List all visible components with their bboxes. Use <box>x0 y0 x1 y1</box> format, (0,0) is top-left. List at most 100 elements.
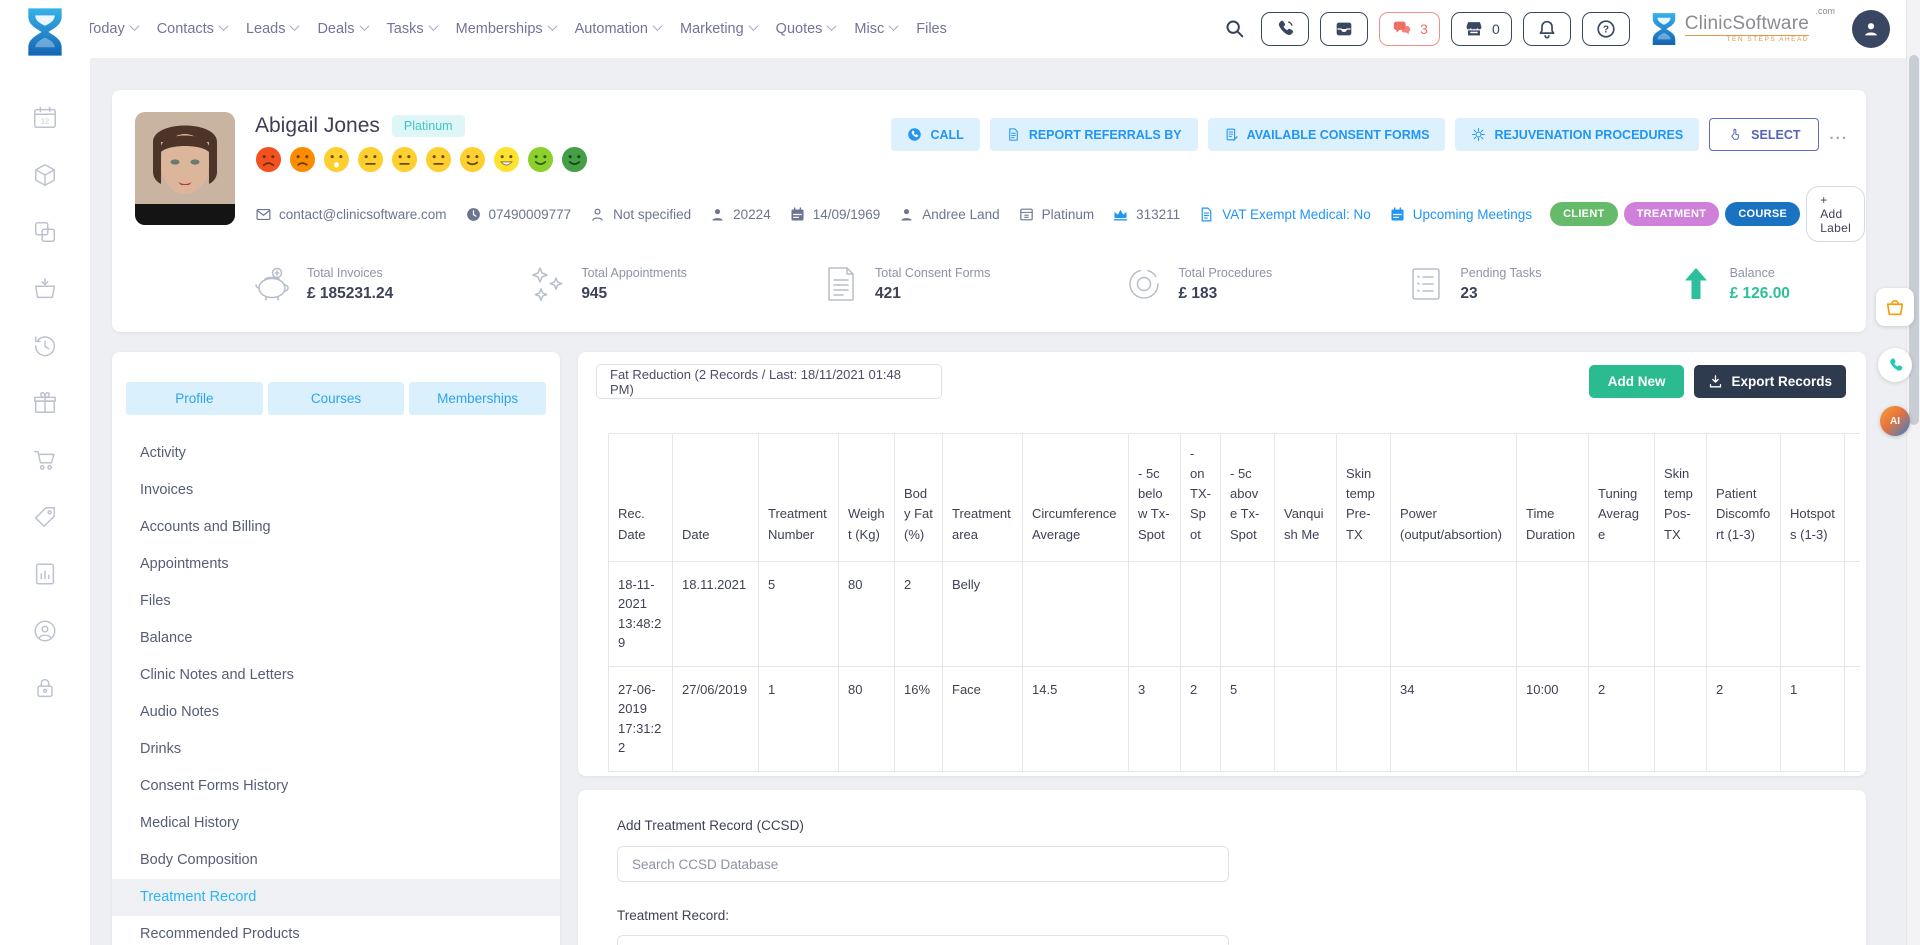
label-course[interactable]: COURSE <box>1725 202 1800 226</box>
rail-voucher-icon[interactable] <box>32 504 58 530</box>
menu-activity[interactable]: Activity <box>112 435 560 472</box>
stat-pending-tasks: Pending Tasks23 <box>1406 264 1541 304</box>
rail-lock-icon[interactable] <box>32 675 58 701</box>
nav-files[interactable]: Files <box>916 21 947 37</box>
phone-button[interactable] <box>1261 12 1309 46</box>
calendar-icon <box>789 206 806 223</box>
nav-today[interactable]: Today <box>86 21 138 37</box>
rail-cart-icon[interactable] <box>32 447 58 473</box>
rejuvenation-procedures-button[interactable]: REJUVENATION PROCEDURES <box>1455 118 1699 151</box>
mood-face-8[interactable] <box>493 146 520 173</box>
rail-gift-icon[interactable] <box>32 390 58 416</box>
nav-quotes[interactable]: Quotes <box>776 21 836 37</box>
label-treatment[interactable]: TREATMENT <box>1624 202 1720 226</box>
menu-consent-forms-history[interactable]: Consent Forms History <box>112 768 560 805</box>
page-scrollbar[interactable] <box>1906 0 1920 945</box>
menu-recommended-products[interactable]: Recommended Products <box>112 916 560 945</box>
col-vanquish-me: Vanquish Me <box>1275 434 1337 562</box>
mood-face-5[interactable] <box>391 146 418 173</box>
nav-tasks[interactable]: Tasks <box>387 21 437 37</box>
table-row[interactable]: 27-06-2019 17:31:22 27/06/2019 1 80 16% … <box>609 666 1861 771</box>
rail-package-icon[interactable] <box>32 162 58 188</box>
patient-stats: Total Invoices£ 185231.24 Total Appointm… <box>253 264 1790 304</box>
app-logo-icon[interactable] <box>22 7 68 57</box>
inbox-button[interactable] <box>1320 12 1368 46</box>
patient-actions: CALL REPORT REFERRALS BY AVAILABLE CONSE… <box>891 118 1848 151</box>
tab-memberships[interactable]: Memberships <box>409 382 546 415</box>
menu-appointments[interactable]: Appointments <box>112 546 560 583</box>
mood-face-9[interactable] <box>527 146 554 173</box>
call-button[interactable]: CALL <box>891 118 979 151</box>
available-consent-forms-button[interactable]: AVAILABLE CONSENT FORMS <box>1208 118 1446 151</box>
menu-drinks[interactable]: Drinks <box>112 731 560 768</box>
mood-face-1[interactable] <box>255 146 282 173</box>
patient-phone[interactable]: 07490009777 <box>465 206 572 223</box>
chevron-down-icon <box>653 21 663 31</box>
menu-accounts-and-billing[interactable]: Accounts and Billing <box>112 509 560 546</box>
stat-total-procedures: Total Procedures£ 183 <box>1124 264 1272 304</box>
menu-invoices[interactable]: Invoices <box>112 472 560 509</box>
table-row[interactable]: 18-11-2021 13:48:29 18.11.2021 5 80 2 Be… <box>609 561 1861 666</box>
rail-account-icon[interactable] <box>32 618 58 644</box>
col-patient-discomfort: Patient Discomfort (1-3) <box>1707 434 1781 562</box>
nav-automation[interactable]: Automation <box>575 21 661 37</box>
profile-menu: Activity Invoices Accounts and Billing A… <box>112 435 560 945</box>
add-new-button[interactable]: Add New <box>1589 365 1685 398</box>
chat-button[interactable]: 3 <box>1379 12 1440 46</box>
mood-face-3[interactable] <box>323 146 350 173</box>
rail-history-icon[interactable] <box>32 333 58 359</box>
menu-clinic-notes-and-letters[interactable]: Clinic Notes and Letters <box>112 657 560 694</box>
nav-contacts[interactable]: Contacts <box>157 21 227 37</box>
mood-face-10[interactable] <box>561 146 588 173</box>
menu-treatment-record[interactable]: Treatment Record <box>112 879 560 916</box>
nav-leads[interactable]: Leads <box>246 21 299 37</box>
mood-face-4[interactable] <box>357 146 384 173</box>
report-referrals-button[interactable]: REPORT REFERRALS BY <box>990 118 1198 151</box>
record-type-select[interactable]: Fat Reduction (2 Records / Last: 18/11/2… <box>596 364 942 399</box>
upcoming-meetings-link[interactable]: Upcoming Meetings <box>1389 206 1532 223</box>
menu-files[interactable]: Files <box>112 583 560 620</box>
search-icon[interactable] <box>1224 18 1246 40</box>
more-actions-button[interactable]: ... <box>1829 126 1848 143</box>
nav-deals[interactable]: Deals <box>317 21 367 37</box>
col-weight: Weight (Kg) <box>839 434 895 562</box>
tab-profile[interactable]: Profile <box>126 382 263 415</box>
menu-audio-notes[interactable]: Audio Notes <box>112 694 560 731</box>
main-nav: Today Contacts Leads Deals Tasks Members… <box>86 0 947 58</box>
mood-face-6[interactable] <box>425 146 452 173</box>
table-header-row: Rec. Date Date Treatment Number Weight (… <box>609 434 1861 562</box>
patient-photo[interactable] <box>135 112 235 225</box>
floating-ai-widget[interactable]: AI <box>1880 406 1910 436</box>
floating-cart-widget[interactable] <box>1876 288 1914 326</box>
mood-face-2[interactable] <box>289 146 316 173</box>
rail-report-icon[interactable] <box>32 561 58 587</box>
rail-duplicate-icon[interactable] <box>32 219 58 245</box>
patient-email[interactable]: contact@clinicsoftware.com <box>255 206 447 223</box>
crown-icon <box>1112 206 1129 223</box>
hand-pointer-icon <box>1728 127 1743 142</box>
mood-face-7[interactable] <box>459 146 486 173</box>
select-button[interactable]: SELECT <box>1709 118 1819 151</box>
notifications-button[interactable] <box>1523 12 1571 46</box>
rail-basket-download-icon[interactable] <box>32 276 58 302</box>
user-menu-button[interactable] <box>1852 10 1890 48</box>
help-button[interactable]: ? <box>1582 12 1630 46</box>
treatment-record-label: Treatment Record: <box>617 908 1866 923</box>
store-button[interactable]: 0 <box>1451 12 1512 46</box>
nav-memberships[interactable]: Memberships <box>456 21 556 37</box>
nav-marketing[interactable]: Marketing <box>680 21 757 37</box>
stat-total-invoices: Total Invoices£ 185231.24 <box>253 264 393 304</box>
label-client[interactable]: CLIENT <box>1550 202 1618 226</box>
ccsd-search-input[interactable] <box>617 846 1229 882</box>
treatment-record-textarea[interactable] <box>617 935 1229 945</box>
menu-medical-history[interactable]: Medical History <box>112 805 560 842</box>
floating-phone-widget[interactable] <box>1878 348 1912 382</box>
nav-misc[interactable]: Misc <box>854 21 897 37</box>
tab-courses[interactable]: Courses <box>268 382 405 415</box>
vat-exempt-link[interactable]: VAT Exempt Medical: No <box>1198 206 1371 223</box>
rail-calendar-icon[interactable]: 12 <box>32 105 58 131</box>
add-label-button[interactable]: + Add Label <box>1806 186 1865 242</box>
menu-body-composition[interactable]: Body Composition <box>112 842 560 879</box>
menu-balance[interactable]: Balance <box>112 620 560 657</box>
export-records-button[interactable]: Export Records <box>1694 365 1846 398</box>
